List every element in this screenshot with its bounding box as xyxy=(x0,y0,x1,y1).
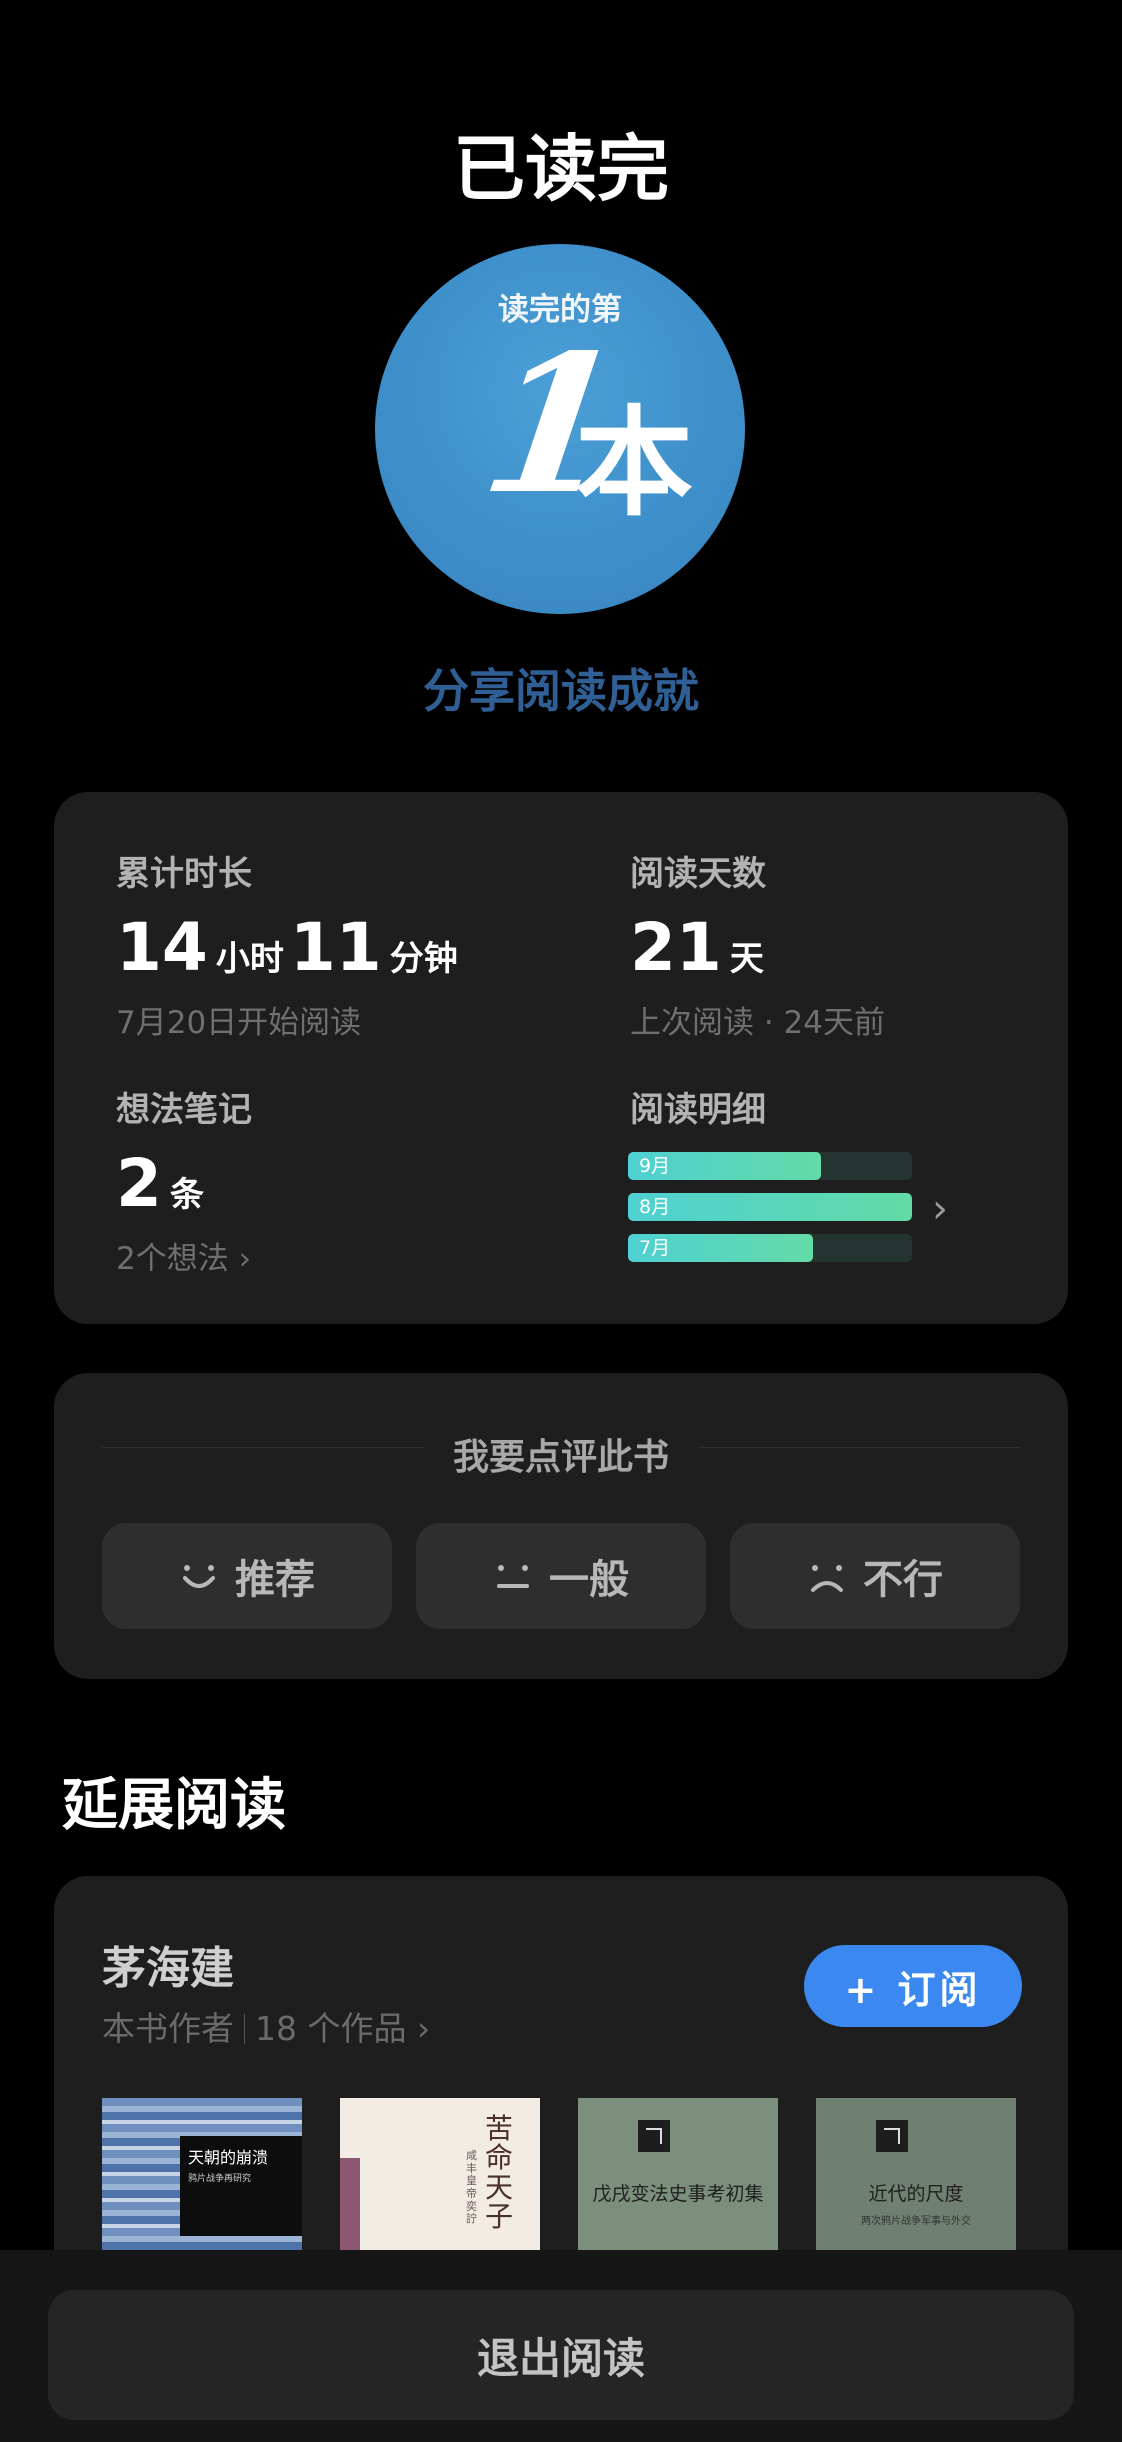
notes-unit: 条 xyxy=(169,1175,204,1215)
month-bar: 7月 xyxy=(628,1234,912,1262)
author-meta[interactable]: 本书作者 18 个作品 › xyxy=(102,2002,430,2050)
exit-reading-button[interactable]: 退出阅读 xyxy=(48,2290,1074,2420)
reading-detail-stat[interactable]: 阅读明细 xyxy=(630,1082,766,1131)
extended-reading-title: 延展阅读 xyxy=(62,1773,286,1838)
notes-link[interactable]: 2个想法 › xyxy=(116,1233,252,1278)
reading-days-value: 21 天 xyxy=(630,915,885,981)
bottom-bar: 退出阅读 xyxy=(0,2250,1122,2442)
minutes-unit: 分钟 xyxy=(389,939,458,979)
total-time-stat: 累计时长 14 小时11 分钟 7月20日开始阅读 xyxy=(116,846,464,1042)
month-bar-label: 9月 xyxy=(639,1155,671,1177)
average-button[interactable]: 一般 xyxy=(416,1523,706,1629)
month-bar: 8月 xyxy=(628,1193,912,1221)
divider xyxy=(698,1447,1020,1448)
reading-days-label: 阅读天数 xyxy=(630,854,766,894)
publisher-logo-icon xyxy=(876,2120,908,2152)
author-role: 本书作者 xyxy=(102,2009,234,2048)
reading-detail-label: 阅读明细 xyxy=(630,1090,766,1130)
book-title: 近代的尺度 xyxy=(868,2183,964,2205)
book-title: 戊戌变法史事考初集 xyxy=(592,2183,764,2205)
author-works-link[interactable]: 18 个作品 › xyxy=(255,2009,430,2048)
month-bar: 9月 xyxy=(628,1152,912,1180)
hours-value: 14 xyxy=(116,909,208,986)
hours-unit: 小时 xyxy=(215,939,284,979)
start-date: 7月20日开始阅读 xyxy=(116,1005,362,1041)
monthly-reading-bars[interactable]: 9月 8月 7月 xyxy=(628,1152,928,1275)
book-subtitle: 两次鸦片战争军事与外交 xyxy=(861,2216,971,2227)
recommend-label: 推荐 xyxy=(235,1557,315,1603)
month-bar-label: 7月 xyxy=(639,1237,671,1259)
neutral-face-icon xyxy=(493,1556,533,1596)
total-time-label: 累计时长 xyxy=(116,854,252,894)
chevron-right-icon[interactable]: › xyxy=(932,1186,948,1232)
share-achievement-link[interactable]: 分享阅读成就 xyxy=(0,655,1122,721)
month-bar-fill xyxy=(628,1193,912,1221)
cover-title-panel: 天朝的崩溃 鸦片战争再研究 xyxy=(180,2136,302,2236)
book-title: 天朝的崩溃 xyxy=(188,2148,269,2167)
days-value: 21 xyxy=(630,909,722,986)
poor-label: 不行 xyxy=(863,1557,943,1603)
recommend-button[interactable]: 推荐 xyxy=(102,1523,392,1629)
notes-count: 2 xyxy=(116,1145,162,1222)
total-time-value: 14 小时11 分钟 xyxy=(116,915,464,981)
book-subtitle: 咸丰皇帝奕詝 xyxy=(466,2149,477,2226)
review-title: 我要点评此书 xyxy=(452,1437,669,1478)
book-title: 苦命天子 xyxy=(485,2112,514,2234)
page-title: 已读完 xyxy=(452,126,669,211)
sad-face-icon xyxy=(807,1556,847,1596)
smile-face-icon xyxy=(179,1556,219,1596)
reading-stats-card: 累计时长 14 小时11 分钟 7月20日开始阅读 阅读天数 21 天 上次阅读 · … xyxy=(54,792,1068,1324)
month-bar-label: 8月 xyxy=(639,1196,671,1218)
notes-label: 想法笔记 xyxy=(116,1090,252,1130)
last-read: 上次阅读 · 24天前 xyxy=(630,1005,886,1041)
notes-stat[interactable]: 想法笔记 2条 2个想法 › xyxy=(116,1082,252,1278)
notes-value: 2条 xyxy=(116,1151,252,1217)
badge-unit: 本 xyxy=(575,393,694,532)
poor-button[interactable]: 不行 xyxy=(730,1523,1020,1629)
days-unit: 天 xyxy=(729,939,764,979)
minutes-value: 11 xyxy=(289,909,382,986)
average-label: 一般 xyxy=(549,1557,629,1603)
review-card: 我要点评此书 推荐 一般 不行 xyxy=(54,1373,1068,1679)
author-card[interactable]: 茅海建 本书作者 18 个作品 › + 订阅 天朝的崩溃 鸦片战争再研究 苦命天子… xyxy=(54,1876,1068,2298)
publisher-logo-icon xyxy=(638,2120,670,2152)
book-subtitle: 鸦片战争再研究 xyxy=(188,2174,252,2184)
divider xyxy=(244,2014,245,2044)
author-name[interactable]: 茅海建 xyxy=(102,1932,234,1996)
reading-days-stat: 阅读天数 21 天 上次阅读 · 24天前 xyxy=(630,846,885,1042)
achievement-badge[interactable]: 读完的第 1 本 xyxy=(375,244,745,614)
subscribe-button[interactable]: + 订阅 xyxy=(804,1945,1022,2027)
